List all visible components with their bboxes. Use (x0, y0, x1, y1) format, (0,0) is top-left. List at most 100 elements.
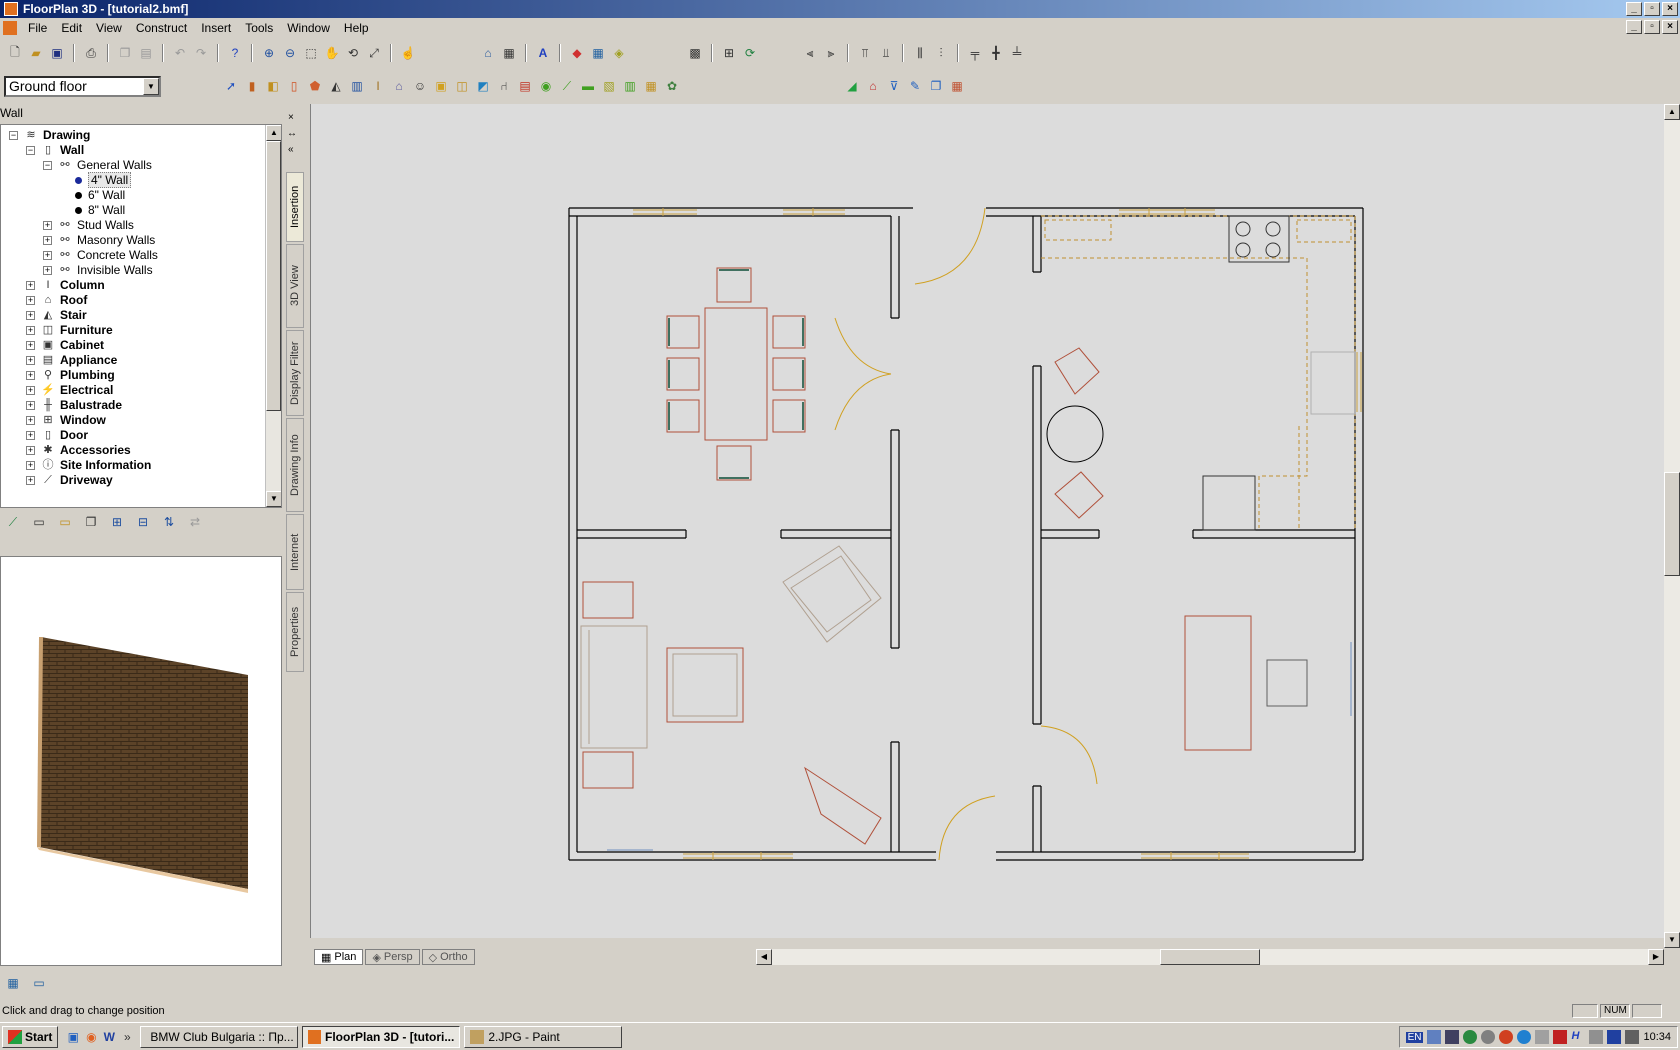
tree-node-label[interactable]: Driveway (60, 473, 113, 487)
scroll-right-icon[interactable]: ▶ (1648, 949, 1664, 965)
tree-node[interactable]: − ≋ Drawing (9, 127, 90, 143)
floor-select[interactable]: Ground floor ▼ (4, 76, 161, 97)
expand-icon[interactable]: + (26, 415, 35, 425)
expand-tree-icon[interactable]: ⊞ (108, 513, 126, 531)
clock[interactable]: 10:34 (1643, 1031, 1671, 1043)
open-folder-icon[interactable]: ▭ (56, 513, 74, 531)
distribute-bottom-icon[interactable]: ╧ (1008, 44, 1026, 62)
hedge-tool-icon[interactable]: ◉ (537, 77, 555, 95)
tree-node-label[interactable]: Masonry Walls (77, 233, 155, 247)
plumbing-tool-icon[interactable]: ◩ (474, 77, 492, 95)
zoom-previous-icon[interactable]: ⟲ (344, 44, 362, 62)
tree-node[interactable]: 8" Wall (60, 202, 125, 218)
tree-node[interactable]: + ⚯ Concrete Walls (43, 247, 158, 263)
tree-node[interactable]: + I Column (26, 277, 105, 293)
quicklaunch-more-icon[interactable]: » (118, 1028, 136, 1046)
stair-tool-icon[interactable]: ◭ (327, 77, 345, 95)
property-tool-icon[interactable]: ✎ (906, 77, 924, 95)
menu-file[interactable]: File (21, 21, 54, 35)
filter-tool-icon[interactable]: ⊽ (885, 77, 903, 95)
eraser-icon[interactable]: ◆ (568, 44, 586, 62)
copy-icon[interactable]: ❐ (116, 44, 134, 62)
tree-node-label[interactable]: Plumbing (60, 368, 115, 382)
tree-node-label[interactable]: Balustrade (60, 398, 122, 412)
door-tool-icon[interactable]: ◧ (264, 77, 282, 95)
tree-node[interactable]: + ⓘ Site Information (26, 457, 151, 473)
zoom-in-icon[interactable]: ⊕ (260, 44, 278, 62)
gate-tool-icon[interactable]: ▦ (642, 77, 660, 95)
library-icon[interactable]: ⌂ (479, 44, 497, 62)
antivirus-icon[interactable] (1499, 1030, 1514, 1044)
tree-node[interactable]: + ✱ Accessories (26, 442, 131, 458)
expand-icon[interactable]: + (43, 265, 52, 275)
menu-insert[interactable]: Insert (194, 21, 238, 35)
building-tool-icon[interactable]: ⌂ (864, 77, 882, 95)
network-icon[interactable] (1427, 1030, 1442, 1044)
tree-node[interactable]: + ▯ Door (26, 427, 88, 443)
tab-internet[interactable]: Internet (286, 514, 304, 590)
expand-icon[interactable]: + (26, 340, 35, 350)
deck-tool-icon[interactable]: ▧ (600, 77, 618, 95)
person-tool-icon[interactable]: ☺ (411, 77, 429, 95)
align-top-icon[interactable]: ⫪ (856, 44, 874, 62)
menu-tools[interactable]: Tools (238, 21, 280, 35)
task-floorplan[interactable]: FloorPlan 3D - [tutori... (302, 1025, 461, 1048)
tree-node[interactable]: − ⚯ General Walls (43, 157, 152, 173)
house-tool-icon[interactable]: ⌂ (390, 77, 408, 95)
scroll-left-icon[interactable]: ◀ (756, 949, 772, 965)
filter-items-icon[interactable]: ⇄ (186, 513, 204, 531)
align-left-icon[interactable]: ⫷ (801, 44, 819, 62)
monitor-icon[interactable] (1445, 1030, 1460, 1044)
sign-tool-icon[interactable]: ▬ (579, 77, 597, 95)
redo-icon[interactable]: ↷ (192, 44, 210, 62)
doc-restore-button[interactable]: ▫ (1644, 20, 1660, 34)
minimize-button[interactable]: _ (1626, 2, 1642, 16)
collapse-icon[interactable]: − (43, 160, 52, 170)
align-bottom-icon[interactable]: ⫫ (877, 44, 895, 62)
vertical-scroll-thumb[interactable] (1664, 472, 1680, 576)
plant-tool-icon[interactable]: ✿ (663, 77, 681, 95)
menu-edit[interactable]: Edit (54, 21, 89, 35)
furniture-tool-icon[interactable]: ◫ (453, 77, 471, 95)
expand-icon[interactable]: + (26, 280, 35, 290)
grid-icon[interactable]: ▩ (686, 44, 704, 62)
language-indicator[interactable]: EN (1405, 1031, 1424, 1043)
tab-display-filter[interactable]: Display Filter (286, 330, 304, 416)
scroll-down-icon[interactable]: ▼ (266, 491, 281, 507)
tab-ortho[interactable]: ◇ Ortho (421, 949, 475, 965)
horizontal-scrollbar[interactable]: ◀ ▶ (756, 949, 1664, 965)
hardware-icon[interactable] (1589, 1030, 1604, 1044)
fence-tool-icon[interactable]: ▥ (621, 77, 639, 95)
tree-node[interactable]: + ⟋ Driveway (26, 472, 113, 488)
save-icon[interactable]: ▣ (48, 44, 66, 62)
center-vertical-icon[interactable]: ⫼ (911, 44, 929, 62)
table-icon[interactable]: ▦ (589, 44, 607, 62)
distribute-center-icon[interactable]: ╋ (987, 44, 1005, 62)
tree-node-label[interactable]: Window (60, 413, 106, 427)
layers-tool-icon[interactable]: ❐ (927, 77, 945, 95)
floor-plan-drawing[interactable] (311, 104, 1665, 938)
tree-node-label[interactable]: Cabinet (60, 338, 104, 352)
messenger-icon[interactable] (1517, 1030, 1532, 1044)
dimension-icon[interactable]: ▦ (500, 44, 518, 62)
window-tool-icon[interactable]: ▯ (285, 77, 303, 95)
menu-help[interactable]: Help (337, 21, 376, 35)
expand-icon[interactable]: + (26, 325, 35, 335)
undo-icon[interactable]: ↶ (171, 44, 189, 62)
collapse-icon[interactable]: − (26, 145, 35, 155)
copy-item-icon[interactable]: ❐ (82, 513, 100, 531)
power-icon[interactable] (1625, 1030, 1640, 1044)
tree-node[interactable]: + ⌂ Roof (26, 292, 87, 308)
menu-window[interactable]: Window (280, 21, 337, 35)
insert-item-icon[interactable]: ⟋ (4, 513, 22, 531)
horizontal-scroll-thumb[interactable] (1160, 949, 1260, 965)
scroll-thumb[interactable] (266, 141, 281, 411)
scroll-down-icon[interactable]: ▼ (1664, 932, 1680, 948)
menu-view[interactable]: View (89, 21, 129, 35)
plan-canvas[interactable]: ▲ ▼ (310, 104, 1680, 948)
tree-node[interactable]: + ▣ Cabinet (26, 337, 104, 353)
refresh-icon[interactable]: ⟳ (741, 44, 759, 62)
tree-node[interactable]: + ⚡ Electrical (26, 382, 113, 398)
tab-properties[interactable]: Properties (286, 592, 304, 672)
snap-icon[interactable]: ⊞ (720, 44, 738, 62)
